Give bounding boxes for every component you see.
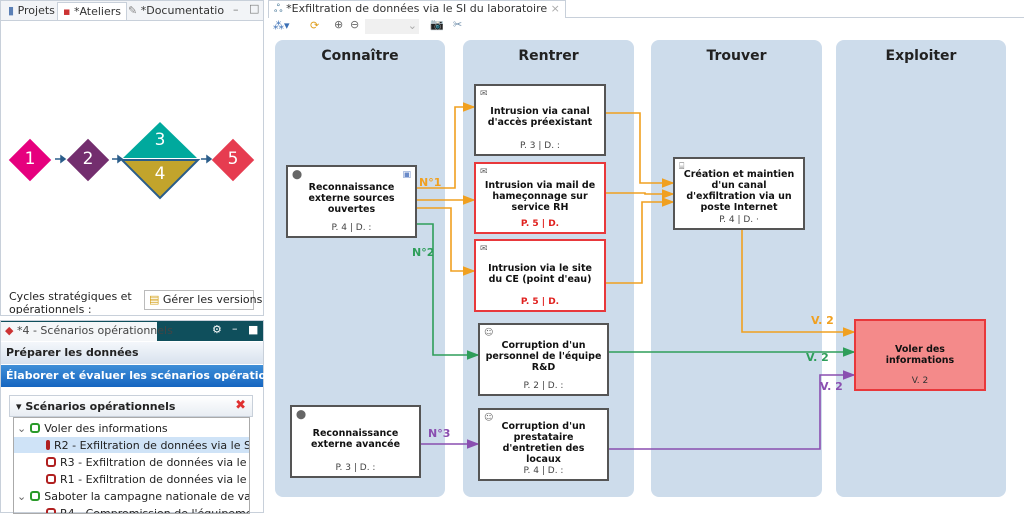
computer-icon: ▣ (402, 170, 411, 180)
edge-canal-creation (606, 113, 673, 183)
edge-label-v-orange: V. 2 (811, 314, 834, 327)
envelope-icon: ✉ (480, 244, 488, 254)
person-icon: ☺ (484, 328, 493, 338)
edge-presta-voler (609, 375, 854, 449)
node-footer: P. 4 | D. : (288, 223, 415, 233)
node-footer: P. 4 | D. : (480, 466, 607, 476)
edge-creation-voler (742, 230, 854, 332)
node-recon-osint[interactable]: ⬤ ▣ Reconnaissance externe sources ouverte… (286, 165, 417, 238)
node-corruption-prestataire[interactable]: ☺Corruption d'un prestataire d'entretien… (478, 408, 609, 481)
compass-icon: ⬤ (296, 410, 306, 420)
node-title: Intrusion via le site du CE (point d'eau… (480, 263, 600, 285)
node-footer: P. 5 | D. (476, 219, 604, 229)
node-title: Intrusion via mail de hameçonnage sur se… (480, 180, 600, 213)
person-icon: ☺ (484, 413, 493, 423)
node-corruption-rd[interactable]: ☺ Corruption d'un personnel de l'équipe R… (478, 323, 609, 396)
node-title: Voler des informations (860, 344, 980, 366)
node-footer: P. 2 | D. : (480, 381, 607, 391)
node-footer: V. 2 (856, 376, 984, 386)
node-title: Reconnaissance externe sources ouvertes (292, 182, 411, 215)
edge-ce-creation (606, 202, 673, 283)
node-title: Création et maintien d'un canal d'exfilt… (679, 169, 799, 213)
edge-osint-ce (417, 208, 474, 271)
edge-label-n1: N°1 (419, 176, 441, 189)
edge-label-v-green: V. 2 (806, 351, 829, 364)
node-footer: P. 3 | D. : (476, 141, 604, 151)
node-intrusion-canal[interactable]: ✉ Intrusion via canal d'accès préexistant… (474, 84, 606, 156)
edge-label-v-purple: V. 2 (820, 380, 843, 393)
node-title: Corruption d'un personnel de l'équipe R&… (484, 340, 603, 373)
edge-label-n3: N°3 (428, 427, 450, 440)
node-creation-canal[interactable]: ⌸Création et maintien d'un canal d'exfil… (673, 157, 805, 230)
node-footer: P. 4 | D. · (675, 215, 803, 225)
network-icon: ⌸ (679, 162, 684, 172)
node-intrusion-ce[interactable]: ✉ Intrusion via le site du CE (point d'ea… (474, 239, 606, 312)
envelope-icon: ✉ (480, 89, 488, 99)
envelope-icon: ✉ (480, 167, 488, 177)
node-title: Intrusion via canal d'accès préexistant (480, 106, 600, 128)
node-footer: P. 3 | D. : (292, 463, 419, 473)
node-intrusion-mail[interactable]: ✉ Intrusion via mail de hameçonnage sur s… (474, 162, 606, 234)
node-title: Reconnaissance externe avancée (296, 428, 415, 450)
node-title: Corruption d'un prestataire d'entretien … (484, 421, 603, 465)
node-voler-informations[interactable]: Voler des informations V. 2 (854, 319, 986, 391)
edge-mail-creation (606, 193, 673, 194)
node-footer: P. 5 | D. (476, 297, 604, 307)
node-recon-avancee[interactable]: ⬤ Reconnaissance externe avancée P. 3 | D.… (290, 405, 421, 478)
edge-label-n2: N°2 (412, 246, 434, 259)
compass-icon: ⬤ (292, 170, 302, 180)
edge-osint-rd (417, 224, 478, 355)
